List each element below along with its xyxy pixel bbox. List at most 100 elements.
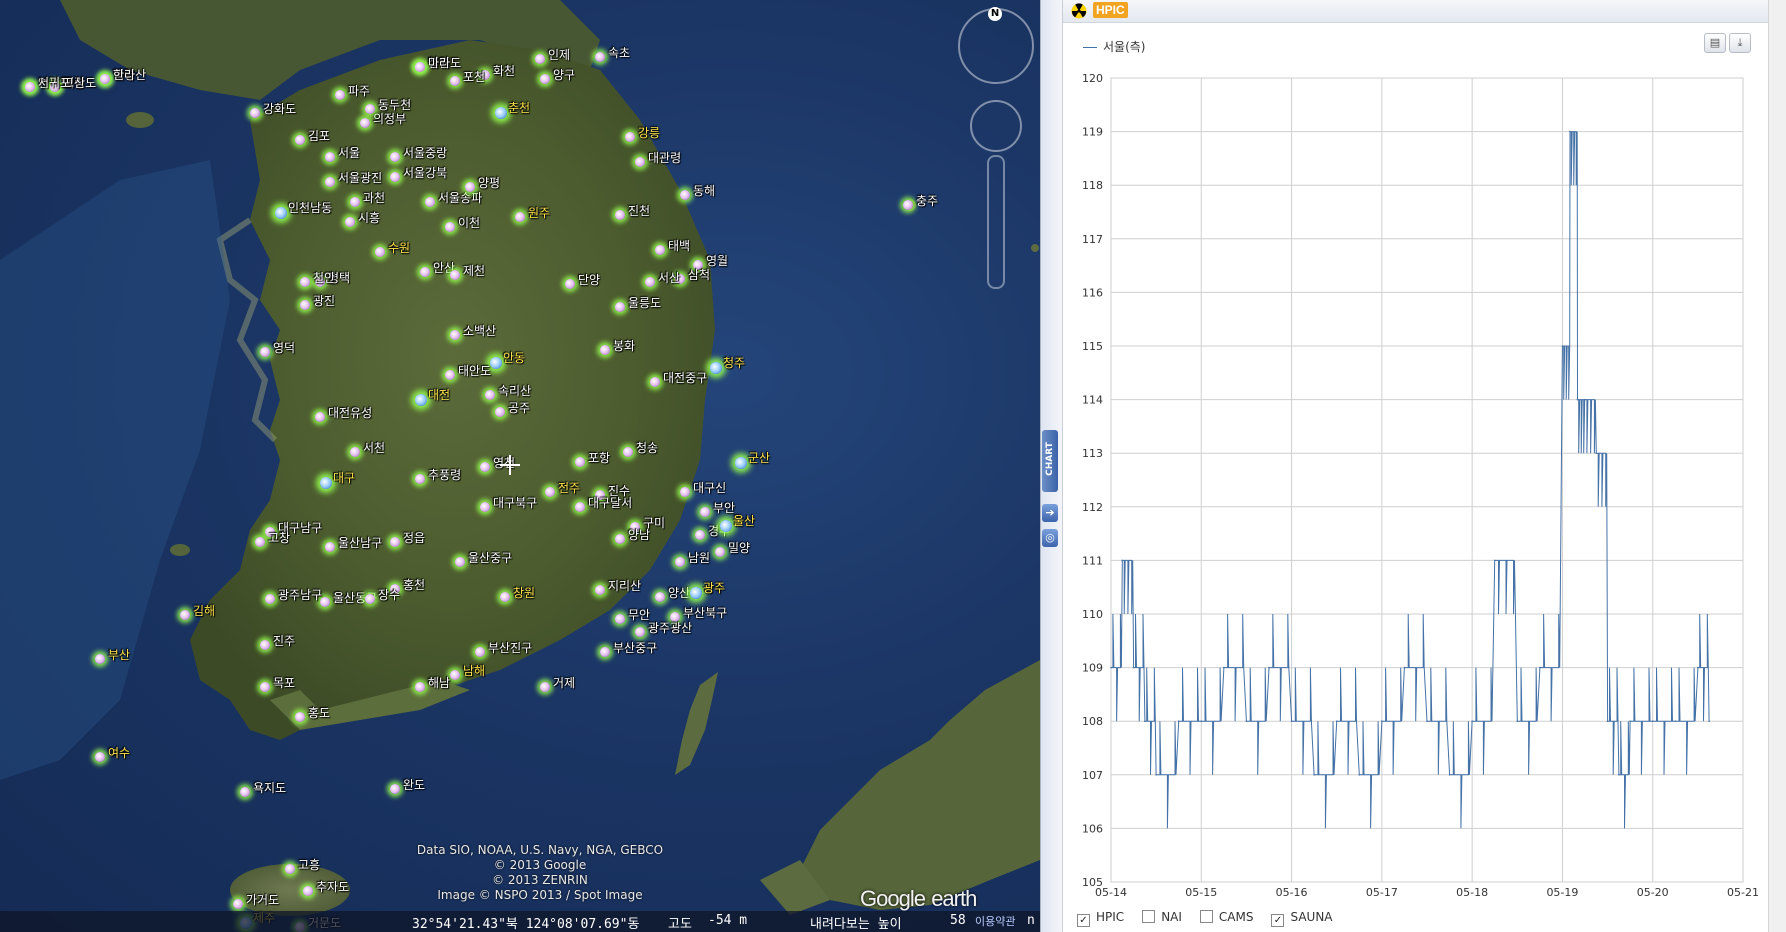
- station-label[interactable]: 대관령: [648, 149, 681, 166]
- station-label[interactable]: 광주: [703, 579, 725, 596]
- station-label[interactable]: 대구북구: [493, 494, 537, 511]
- station-label[interactable]: 공주: [508, 399, 530, 416]
- station-label[interactable]: 대구신: [693, 479, 726, 496]
- station-label[interactable]: 가거도: [246, 891, 279, 908]
- station-label[interactable]: 고창: [268, 529, 290, 546]
- terms-link[interactable]: 이용약관: [975, 913, 1015, 929]
- station-label[interactable]: 서울중랑: [403, 144, 447, 161]
- print-button[interactable]: ▤: [1704, 33, 1726, 53]
- station-label[interactable]: 남원: [688, 549, 710, 566]
- station-marker[interactable]: [445, 222, 455, 232]
- station-label[interactable]: 고흥: [298, 856, 320, 873]
- station-label[interactable]: 태안도: [458, 362, 491, 379]
- station-label[interactable]: 이천: [458, 214, 480, 231]
- filter-checkbox[interactable]: [1142, 910, 1156, 923]
- station-marker[interactable]: [390, 537, 400, 547]
- chart-legend[interactable]: 서울(측): [1083, 38, 1145, 55]
- station-marker[interactable]: [25, 82, 35, 92]
- station-label[interactable]: 안동: [503, 349, 525, 366]
- station-marker[interactable]: [415, 62, 425, 72]
- station-marker[interactable]: [425, 197, 435, 207]
- station-marker[interactable]: [595, 52, 605, 62]
- station-marker[interactable]: [415, 682, 425, 692]
- station-label[interactable]: 인제: [548, 46, 570, 63]
- station-marker[interactable]: [345, 217, 355, 227]
- station-marker[interactable]: [623, 447, 633, 457]
- station-label[interactable]: 진천: [628, 202, 650, 219]
- station-marker[interactable]: [260, 347, 270, 357]
- station-marker[interactable]: [635, 157, 645, 167]
- station-label[interactable]: 소백산: [463, 322, 496, 339]
- station-marker[interactable]: [260, 640, 270, 650]
- station-marker[interactable]: [600, 647, 610, 657]
- station-label[interactable]: 서울: [338, 144, 360, 161]
- google-earth-map[interactable]: N 백령도백령연평도철원화천인제속초포천양구파주강화도춘천강릉의정부동두천대관령…: [0, 0, 1040, 932]
- station-marker[interactable]: [315, 412, 325, 422]
- station-label[interactable]: 대전유성: [328, 404, 372, 421]
- station-marker[interactable]: [515, 212, 525, 222]
- station-label[interactable]: 해남: [428, 674, 450, 691]
- station-marker[interactable]: [300, 300, 310, 310]
- station-marker[interactable]: [335, 90, 345, 100]
- north-indicator[interactable]: N: [988, 7, 1002, 21]
- station-marker[interactable]: [375, 247, 385, 257]
- station-marker[interactable]: [680, 487, 690, 497]
- station-label[interactable]: 원주: [528, 204, 550, 221]
- station-label[interactable]: 포천: [463, 68, 485, 85]
- station-label[interactable]: 군산: [748, 449, 770, 466]
- filter-cams[interactable]: CAMS: [1199, 910, 1253, 924]
- station-label[interactable]: 지리산: [608, 577, 641, 594]
- filter-sauna[interactable]: ✓ SAUNA: [1271, 910, 1333, 927]
- station-label[interactable]: 수원: [388, 239, 410, 256]
- station-label[interactable]: 완도: [403, 776, 425, 793]
- station-label[interactable]: 서울송파: [438, 189, 482, 206]
- station-marker[interactable]: [735, 457, 747, 469]
- station-marker[interactable]: [415, 394, 427, 406]
- station-label[interactable]: 울산남구: [338, 534, 382, 551]
- station-label[interactable]: 홍도: [308, 704, 330, 721]
- station-label[interactable]: 김해: [193, 602, 215, 619]
- station-label[interactable]: 동해: [693, 182, 715, 199]
- station-marker[interactable]: [295, 135, 305, 145]
- station-label[interactable]: 김포: [308, 127, 330, 144]
- station-marker[interactable]: [540, 682, 550, 692]
- station-label[interactable]: 태백: [668, 237, 690, 254]
- station-label[interactable]: 단양: [578, 271, 600, 288]
- station-marker[interactable]: [365, 104, 375, 114]
- station-marker[interactable]: [480, 502, 490, 512]
- station-label[interactable]: 대구: [333, 469, 355, 486]
- station-label[interactable]: 부산진구: [488, 639, 532, 656]
- station-label[interactable]: 청송: [636, 439, 658, 456]
- station-marker[interactable]: [695, 530, 705, 540]
- station-marker[interactable]: [500, 592, 510, 602]
- station-label[interactable]: 울릉도: [628, 294, 661, 311]
- station-marker[interactable]: [540, 74, 550, 84]
- station-marker[interactable]: [450, 76, 460, 86]
- station-marker[interactable]: [535, 54, 545, 64]
- station-label[interactable]: 포항: [588, 449, 610, 466]
- station-marker[interactable]: [575, 457, 585, 467]
- station-label[interactable]: 정읍: [403, 529, 425, 546]
- station-marker[interactable]: [455, 557, 465, 567]
- station-marker[interactable]: [903, 200, 913, 210]
- station-label[interactable]: 추자도: [316, 878, 349, 895]
- station-label[interactable]: 서천: [363, 439, 385, 456]
- station-label[interactable]: 울산중구: [468, 549, 512, 566]
- station-label[interactable]: 울산: [733, 512, 755, 529]
- station-label[interactable]: 여수: [108, 744, 130, 761]
- station-label[interactable]: 서울강북: [403, 164, 447, 181]
- station-label[interactable]: 속리산: [498, 382, 531, 399]
- station-marker[interactable]: [320, 477, 332, 489]
- station-marker[interactable]: [485, 390, 495, 400]
- station-marker[interactable]: [710, 362, 722, 374]
- station-marker[interactable]: [495, 107, 507, 119]
- station-label[interactable]: 서울광진: [338, 169, 382, 186]
- station-marker[interactable]: [275, 207, 287, 219]
- station-marker[interactable]: [445, 370, 455, 380]
- station-marker[interactable]: [615, 614, 625, 624]
- station-marker[interactable]: [180, 610, 190, 620]
- filter-nai[interactable]: NAI: [1142, 910, 1182, 924]
- station-marker[interactable]: [95, 752, 105, 762]
- filter-hpic[interactable]: ✓ HPIC: [1077, 910, 1124, 927]
- station-label[interactable]: 청주: [723, 354, 745, 371]
